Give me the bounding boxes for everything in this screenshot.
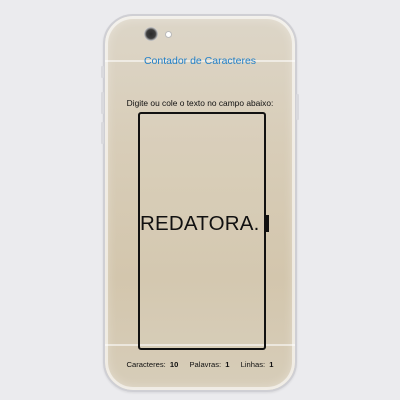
volume-down-button bbox=[101, 122, 104, 144]
instructions-label: Digite ou cole o texto no campo abaixo: bbox=[126, 98, 274, 108]
power-button bbox=[296, 94, 299, 120]
characters-label: Caracteres: bbox=[126, 360, 166, 369]
stats-bar: Caracteres: 10 Palavras: 1 Linhas: 1 bbox=[105, 360, 295, 369]
text-cursor bbox=[263, 215, 269, 232]
typed-text: REDATORA. bbox=[140, 212, 260, 235]
flash-icon bbox=[165, 31, 172, 38]
characters-count: 10 bbox=[169, 360, 179, 369]
lines-count: 1 bbox=[269, 360, 274, 369]
words-count: 1 bbox=[225, 360, 230, 369]
phone-case: Contador de Caracteres Digite ou cole o … bbox=[101, 14, 299, 392]
volume-up-button bbox=[101, 92, 104, 114]
mute-switch bbox=[101, 66, 104, 78]
lines-label: Linhas: bbox=[240, 360, 266, 369]
app-title: Contador de Caracteres bbox=[143, 55, 257, 67]
words-label: Palavras: bbox=[189, 360, 222, 369]
text-input-content[interactable]: REDATORA. bbox=[140, 212, 269, 236]
camera-lens-icon bbox=[144, 27, 158, 41]
text-input-area[interactable]: REDATORA. bbox=[138, 112, 269, 350]
